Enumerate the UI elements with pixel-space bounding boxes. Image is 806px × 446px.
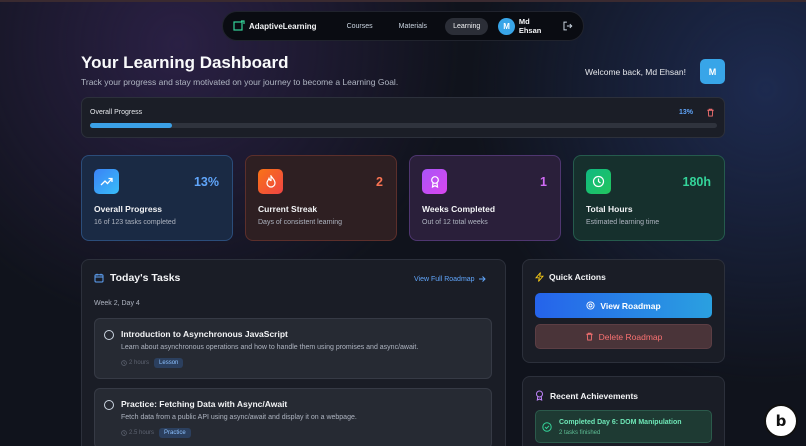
- week-day-label: Week 2, Day 4: [94, 300, 140, 307]
- task-checkbox[interactable]: [104, 330, 114, 340]
- stat-subtitle: Out of 12 total weeks: [422, 219, 488, 226]
- stat-subtitle: Days of consistent learning: [258, 219, 343, 226]
- user-name[interactable]: Md Ehsan: [519, 17, 553, 35]
- welcome-text: Welcome back, Md Ehsan!: [585, 67, 686, 77]
- stat-subtitle: 16 of 123 tasks completed: [94, 219, 176, 226]
- badge-letter: b: [775, 412, 787, 430]
- stat-title: Overall Progress: [94, 204, 163, 214]
- lightning-icon: [535, 272, 544, 282]
- stat-subtitle: Estimated learning time: [586, 219, 660, 226]
- task-checkbox[interactable]: [104, 400, 114, 410]
- stat-card-current-streak: 2 Current Streak Days of consistent lear…: [245, 155, 397, 241]
- stat-card-overall-progress: 13% Overall Progress 16 of 123 tasks com…: [81, 155, 233, 241]
- flame-icon: [258, 169, 283, 194]
- view-roadmap-label: View Roadmap: [600, 300, 661, 311]
- award-icon: [536, 390, 543, 401]
- arrow-right-icon: [478, 276, 486, 282]
- task-description: Learn about asynchronous operations and …: [121, 344, 419, 351]
- nav-link-materials[interactable]: Materials: [391, 18, 435, 35]
- achievement-item: Completed Day 6: DOM Manipulation 2 task…: [535, 410, 712, 443]
- page-title: Your Learning Dashboard: [81, 53, 289, 72]
- todays-tasks-panel: Today's Tasks View Full Roadmap Week 2, …: [81, 259, 506, 446]
- task-card[interactable]: Introduction to Asynchronous JavaScript …: [94, 318, 492, 379]
- achievements-title: Recent Achievements: [550, 390, 639, 401]
- task-type-tag: Practice: [159, 428, 191, 438]
- stat-title: Total Hours: [586, 204, 633, 214]
- quick-actions-panel: Quick Actions View Roadmap Delete Roadma…: [522, 259, 725, 363]
- view-full-roadmap-label: View Full Roadmap: [414, 275, 475, 283]
- brand-name: AdaptiveLearning: [249, 21, 317, 31]
- clock-icon: [121, 430, 127, 436]
- view-full-roadmap-link[interactable]: View Full Roadmap: [414, 275, 486, 283]
- stat-value: 180h: [682, 175, 712, 189]
- brand-logo[interactable]: AdaptiveLearning: [233, 20, 317, 32]
- task-card[interactable]: Practice: Fetching Data with Async/Await…: [94, 388, 492, 446]
- progress-label: Overall Progress: [90, 109, 143, 116]
- achievements-header: Recent Achievements: [535, 390, 638, 401]
- stat-card-total-hours: 180h Total Hours Estimated learning time: [573, 155, 725, 241]
- top-accent-line: [0, 0, 806, 2]
- task-type-tag: Lesson: [154, 358, 184, 368]
- delete-roadmap-button[interactable]: Delete Roadmap: [535, 324, 712, 349]
- trash-icon: [585, 332, 593, 341]
- quick-actions-title: Quick Actions: [549, 272, 606, 282]
- top-nav: AdaptiveLearning Courses Materials Learn…: [222, 11, 584, 41]
- task-duration-text: 2 hours: [129, 360, 150, 366]
- task-title: Practice: Fetching Data with Async/Await: [121, 399, 288, 409]
- tasks-title: Today's Tasks: [110, 272, 181, 284]
- stat-title: Current Streak: [258, 204, 318, 214]
- stat-value: 1: [540, 175, 547, 189]
- task-duration-text: 2.5 hours: [129, 430, 155, 436]
- calendar-icon: [94, 273, 104, 283]
- achievement-detail: 2 tasks finished: [559, 430, 601, 436]
- recent-achievements-panel: Recent Achievements Completed Day 6: DOM…: [522, 376, 725, 446]
- task-duration: 2.5 hours: [121, 430, 154, 436]
- book-open-icon: [233, 20, 245, 31]
- trash-icon[interactable]: [706, 108, 715, 117]
- nav-link-courses[interactable]: Courses: [339, 18, 381, 35]
- progress-bar-fill: [90, 123, 172, 128]
- stat-value: 2: [376, 175, 383, 189]
- stat-value: 13%: [193, 175, 219, 189]
- trending-up-icon: [94, 169, 119, 194]
- delete-roadmap-label: Delete Roadmap: [598, 331, 663, 342]
- task-meta: 2 hours Lesson: [121, 358, 184, 368]
- nav-link-learning[interactable]: Learning: [445, 17, 489, 35]
- view-roadmap-button[interactable]: View Roadmap: [535, 293, 712, 318]
- progress-bar: [90, 123, 717, 128]
- stat-card-weeks-completed: 1 Weeks Completed Out of 12 total weeks: [409, 155, 561, 241]
- achievement-name: Completed Day 6: DOM Manipulation: [559, 419, 682, 426]
- stat-title: Weeks Completed: [422, 204, 496, 214]
- award-icon: [422, 169, 447, 194]
- task-duration: 2 hours: [121, 360, 149, 366]
- user-avatar[interactable]: M: [498, 17, 515, 35]
- task-description: Fetch data from a public API using async…: [121, 414, 357, 421]
- task-title: Introduction to Asynchronous JavaScript: [121, 329, 288, 339]
- profile-avatar[interactable]: M: [700, 59, 725, 84]
- page-subtitle: Track your progress and stay motivated o…: [81, 77, 399, 87]
- task-meta: 2.5 hours Practice: [121, 428, 191, 438]
- clock-icon: [121, 360, 127, 366]
- progress-percent: 13%: [679, 109, 694, 116]
- tasks-header: Today's Tasks: [94, 272, 180, 284]
- check-circle-icon: [542, 422, 552, 432]
- clock-icon: [586, 169, 611, 194]
- target-icon: [586, 301, 595, 310]
- corner-badge-logo: b: [764, 404, 798, 438]
- logout-icon[interactable]: [563, 21, 573, 31]
- quick-actions-header: Quick Actions: [535, 272, 606, 282]
- overall-progress-card: Overall Progress 13%: [81, 97, 725, 138]
